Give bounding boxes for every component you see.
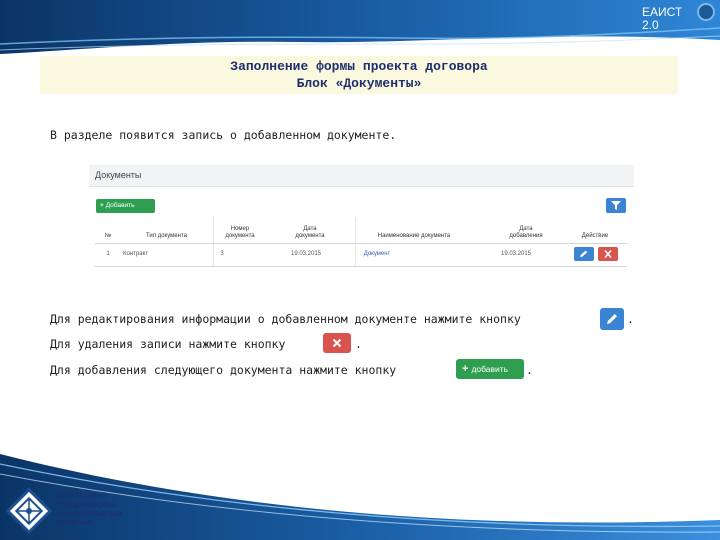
column-header-action: Действие	[581, 233, 609, 239]
intro-text: В разделе появится запись о добавленном …	[50, 128, 397, 142]
filter-icon	[611, 201, 621, 210]
department-logo-icon	[5, 487, 53, 535]
pencil-icon	[607, 314, 617, 324]
delete-button-sample[interactable]	[323, 333, 351, 353]
title-line-2: Блок «Документы»	[296, 76, 422, 91]
panel-heading: Документы	[89, 165, 634, 187]
cell-doc-number: 3	[220, 251, 224, 257]
cell-doc-date: 19.03.2015	[290, 251, 322, 257]
instruction-edit-period: .	[627, 312, 634, 326]
column-separator	[355, 217, 356, 267]
documents-panel: Документы + Добавить № Тип документа Номе…	[89, 165, 634, 271]
column-header-doc-date: Дата документа	[295, 226, 325, 239]
plus-icon: +	[462, 363, 469, 375]
title-line-1: Заполнение формы проекта договора	[230, 59, 488, 74]
department-name: ДЕПАРТАМЕНТ ГОРОДА МОСКВЫ ПО КОНКУРЕНТНО…	[57, 492, 122, 528]
brand-version: 2.0	[642, 18, 659, 32]
add-document-label: Добавить	[105, 202, 135, 209]
cell-doc-name-link[interactable]: Документ	[357, 251, 397, 258]
cell-number: 1	[106, 251, 110, 257]
brand-label: ЕАИСТ 2.0	[642, 6, 682, 32]
pencil-icon	[580, 250, 588, 257]
cell-added-date: 19.03.2015	[500, 251, 532, 257]
filter-button[interactable]	[606, 198, 626, 213]
column-header-doc-name: Наименование документа	[377, 233, 451, 239]
brand-circle-icon	[697, 3, 715, 21]
add-document-button[interactable]: + Добавить	[96, 199, 155, 213]
add-button-sample-label: добавить	[471, 364, 509, 374]
column-header-doc-type: Тип документа	[146, 233, 187, 239]
plus-icon: +	[100, 202, 104, 209]
cell-doc-type: Контракт	[123, 251, 149, 257]
add-button-sample[interactable]: + добавить	[456, 359, 524, 379]
instruction-edit: Для редактирования информации о добавлен…	[50, 312, 521, 326]
close-icon	[332, 338, 342, 348]
header-band: ЕАИСТ 2.0	[0, 0, 720, 56]
department-name-line: ПОЛИТИКЕ	[57, 520, 93, 527]
edit-button[interactable]	[574, 247, 594, 261]
header-divider	[95, 243, 627, 244]
delete-button[interactable]	[598, 247, 618, 261]
header-wave-decoration	[0, 0, 720, 54]
column-header-number: №	[104, 233, 112, 239]
department-name-line: ГОРОДА МОСКВЫ	[57, 502, 117, 509]
column-header-added-date: Дата добавления	[509, 226, 543, 239]
row-divider	[95, 266, 627, 267]
close-icon	[604, 250, 612, 258]
department-name-line: ПО КОНКУРЕНТНОЙ	[57, 511, 123, 518]
instruction-delete: Для удаления записи нажмите кнопку	[50, 337, 286, 351]
department-name-line: ДЕПАРТАМЕНТ	[57, 493, 107, 500]
instruction-add: Для добавления следующего документа нажм…	[50, 363, 397, 377]
instruction-add-period: .	[526, 363, 533, 377]
edit-button-sample[interactable]	[600, 308, 624, 330]
instruction-delete-period: .	[355, 337, 362, 351]
column-header-doc-number: Номер документа	[225, 226, 255, 239]
column-separator	[213, 217, 214, 267]
slide-title: Заполнение формы проекта договора Блок «…	[40, 56, 678, 94]
